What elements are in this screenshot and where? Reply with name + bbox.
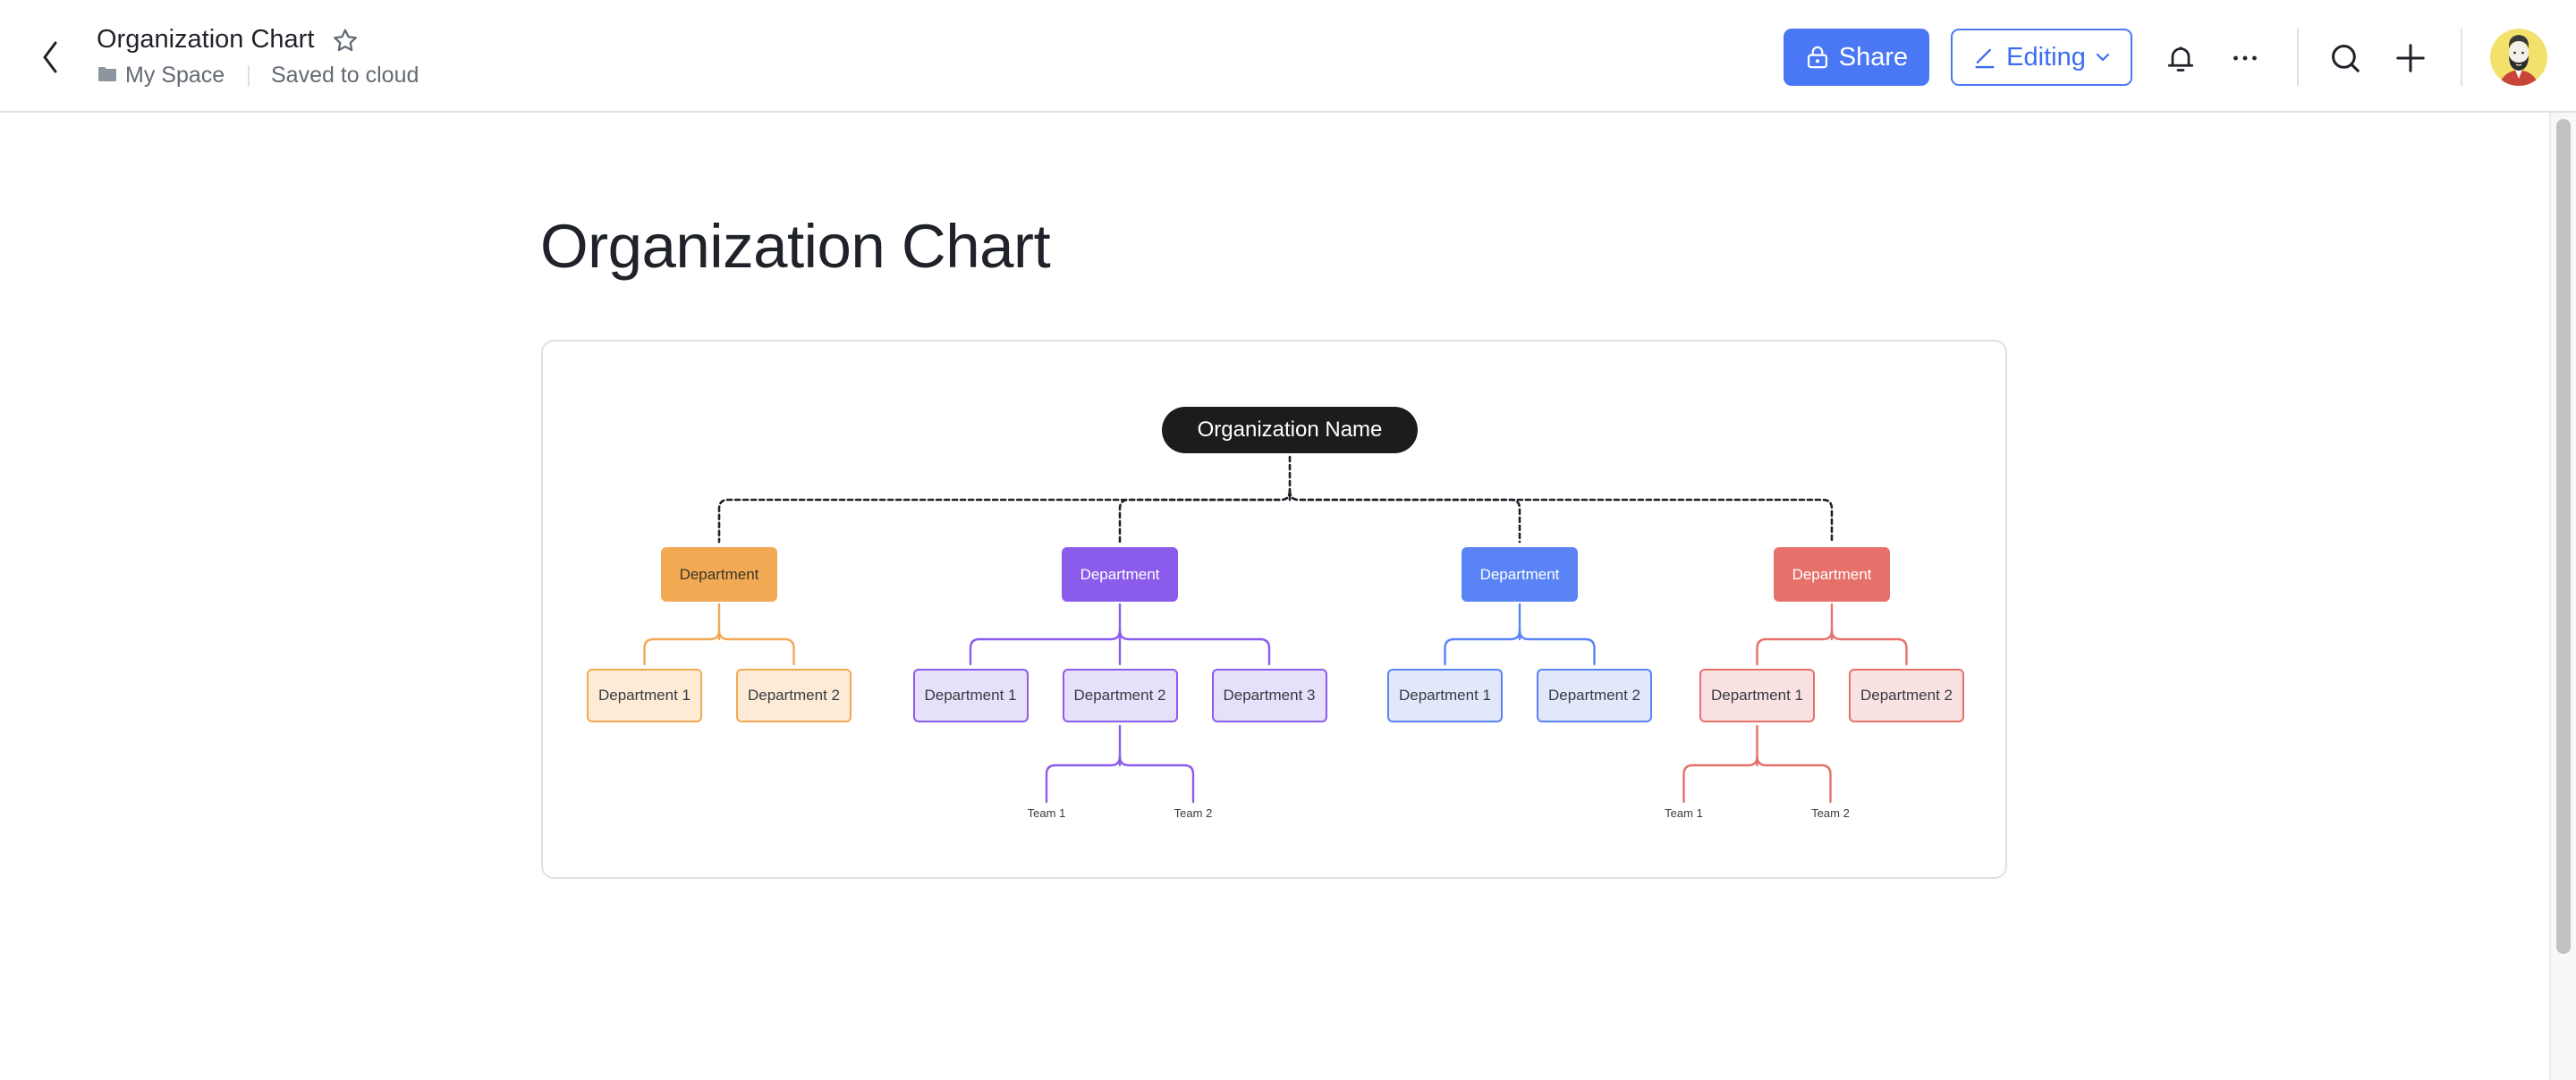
department-connector-branch [1118, 629, 1271, 666]
root-connector-branch [1288, 489, 1521, 544]
divider [2297, 29, 2299, 86]
top-bar: Organization Chart My Space Saved to clo… [0, 0, 2576, 113]
root-connector-branch [717, 489, 1292, 544]
editing-label: Editing [2006, 42, 2086, 72]
save-status: Saved to cloud [271, 63, 419, 88]
notifications-button[interactable] [2163, 40, 2199, 76]
bell-icon [2167, 46, 2194, 72]
sub-department-node[interactable]: Department 1 [1387, 669, 1503, 722]
team-connector-branch [1045, 755, 1122, 804]
department-connector-branch [969, 629, 1122, 666]
page-title[interactable]: Organization Chart [540, 211, 1051, 282]
more-icon [2233, 55, 2257, 61]
search-button[interactable] [2327, 40, 2363, 76]
department-connector-branch [1518, 629, 1596, 666]
department-connector-branch [643, 629, 721, 666]
search-icon [2332, 45, 2360, 72]
sub-department-node[interactable]: Department 3 [1211, 669, 1327, 722]
vertical-scrollbar-thumb[interactable] [2556, 119, 2571, 954]
more-options-button[interactable] [2227, 40, 2263, 76]
sub-department-node[interactable]: Department 2 [736, 669, 852, 722]
star-icon [334, 29, 357, 52]
team-label[interactable]: Team 1 [1665, 806, 1703, 820]
divider [248, 65, 250, 87]
team-label[interactable]: Team 2 [1811, 806, 1850, 820]
team-connector-branch [1682, 755, 1758, 804]
chevron-left-icon [43, 41, 57, 73]
document-title[interactable]: Organization Chart [97, 25, 314, 55]
root-connector-branch [1118, 489, 1292, 544]
back-button[interactable] [36, 39, 66, 75]
sub-department-node[interactable]: Department 1 [587, 669, 702, 722]
department-connector-branch [1444, 629, 1521, 666]
add-button[interactable] [2393, 40, 2428, 76]
department-connector-branch [1756, 629, 1834, 666]
avatar-illustration-icon [2490, 29, 2547, 86]
chevron-down-icon [2096, 53, 2109, 62]
divider [2461, 29, 2462, 86]
org-chart-diagram[interactable]: Organization Name Department Department 1… [541, 340, 2007, 879]
favorite-button[interactable] [331, 27, 360, 55]
department-node[interactable]: Department [1774, 547, 1890, 602]
department-connector-branch [1830, 629, 1908, 666]
department-node[interactable]: Department [1062, 547, 1178, 602]
lock-icon [1807, 46, 1827, 69]
department-connector-branch [717, 629, 795, 666]
team-label[interactable]: Team 1 [1028, 806, 1066, 820]
plus-icon [2396, 44, 2425, 72]
user-avatar[interactable] [2490, 29, 2547, 86]
team-connector-branch [1756, 755, 1832, 804]
editing-mode-dropdown[interactable]: Editing [1951, 29, 2132, 86]
share-label: Share [1838, 42, 1909, 72]
team-label[interactable]: Team 2 [1174, 806, 1213, 820]
department-node[interactable]: Department [1462, 547, 1578, 602]
root-connector-branch [1288, 489, 1834, 544]
team-connector-branch [1118, 755, 1195, 804]
org-root-node[interactable]: Organization Name [1162, 407, 1418, 453]
sub-department-node[interactable]: Department 1 [1699, 669, 1815, 722]
sub-department-node[interactable]: Department 2 [1537, 669, 1652, 722]
department-node[interactable]: Department [661, 547, 777, 602]
share-button[interactable]: Share [1784, 29, 1929, 86]
sub-department-node[interactable]: Department 1 [912, 669, 1029, 722]
sub-department-node[interactable]: Department 2 [1849, 669, 1964, 722]
folder-icon [98, 67, 116, 81]
location-breadcrumb[interactable]: My Space [125, 63, 225, 89]
sub-department-node[interactable]: Department 2 [1062, 669, 1178, 722]
pencil-icon [1975, 48, 1995, 69]
